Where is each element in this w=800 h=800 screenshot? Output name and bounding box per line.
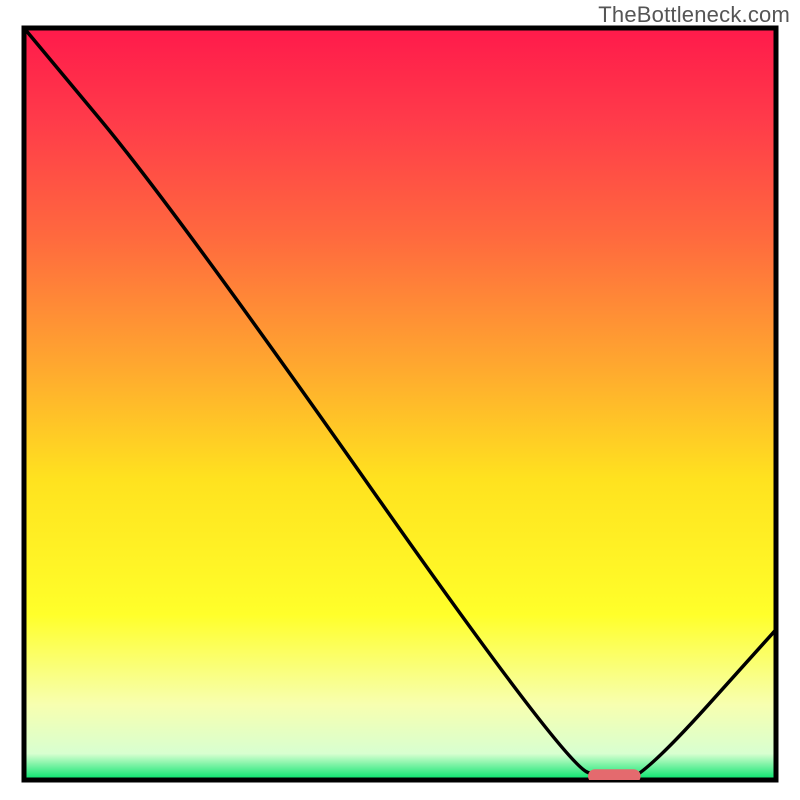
watermark-text: TheBottleneck.com <box>598 2 790 28</box>
bottleneck-chart <box>0 0 800 800</box>
chart-container: { "watermark": "TheBottleneck.com", "cha… <box>0 0 800 800</box>
plot-background <box>24 28 776 780</box>
